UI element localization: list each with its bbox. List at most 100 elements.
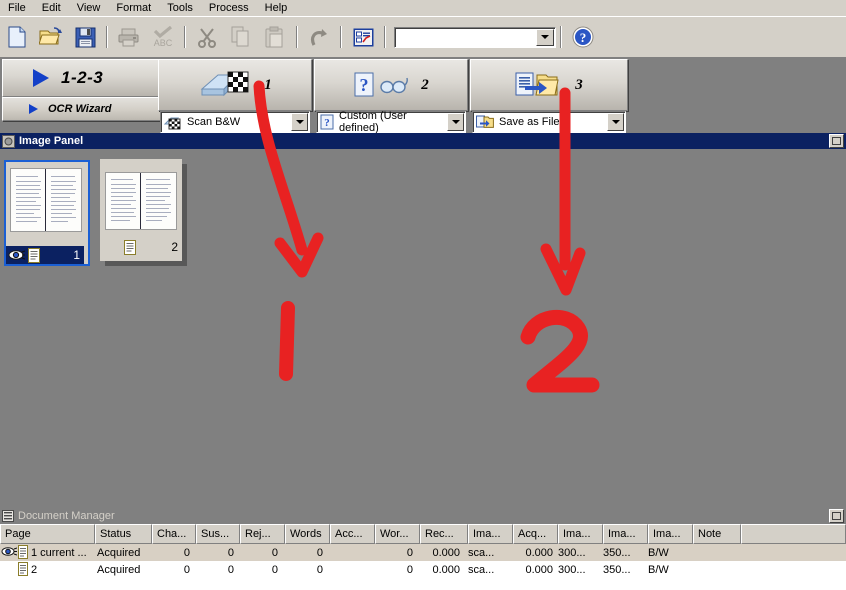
toolbar-combo[interactable]	[394, 26, 556, 48]
page-1-preview	[10, 168, 82, 232]
undo-button[interactable]	[304, 22, 334, 52]
wizard-toolbar: 1-2-3 OCR Wizard 1 Scan B&W ? 2 ? Custom…	[0, 57, 628, 134]
main-toolbar: ABC ?	[0, 16, 846, 57]
doc-to-folder-icon	[515, 70, 559, 100]
menu-item-tools[interactable]: Tools	[159, 0, 201, 16]
table-cell-rej: 0	[271, 563, 278, 576]
eye-icon[interactable]	[1, 546, 17, 557]
table-cell-sus: 0	[227, 546, 234, 559]
save-button[interactable]	[70, 22, 100, 52]
question-doc-small-icon: ?	[320, 114, 334, 130]
page-doc-icon	[18, 562, 29, 576]
step-3-dropdown-value: Save as File	[499, 116, 560, 128]
column-header[interactable]: Cha...	[152, 524, 196, 544]
print-button[interactable]	[114, 22, 144, 52]
menu-item-view[interactable]: View	[69, 0, 109, 16]
toolbar-separator-6	[560, 26, 562, 48]
table-cell-page: 1 current ...	[31, 546, 87, 559]
chevron-down-icon[interactable]	[536, 28, 554, 46]
step-1-button[interactable]: 1	[158, 59, 312, 111]
column-header[interactable]: Sus...	[196, 524, 240, 544]
step-3-button[interactable]: 3	[470, 59, 628, 111]
help-question-icon: ?	[572, 26, 594, 48]
column-header[interactable]: Acq...	[513, 524, 558, 544]
table-cell-ima: sca...	[468, 563, 495, 576]
column-header[interactable]: Page	[0, 524, 95, 544]
svg-text:?: ?	[324, 117, 330, 129]
document-table-body: 1 current ... Acquired 0 0 0 0 0 0.000 sca... 0.0…	[0, 544, 846, 590]
step-1-dropdown[interactable]: Scan B&W	[160, 111, 310, 133]
table-cell-rec: 0.000	[432, 546, 460, 559]
page-2-number: 2	[171, 240, 178, 254]
copy-icon	[231, 26, 251, 48]
column-header[interactable]: Ima...	[558, 524, 603, 544]
table-cell-acq: 0.000	[525, 563, 553, 576]
toolbar-separator-4	[340, 26, 342, 48]
chevron-down-icon[interactable]	[607, 113, 624, 131]
column-header-row: Page Status Cha... Sus... Rej... Words Acc... W…	[0, 524, 846, 544]
step-1-number: 1	[264, 76, 272, 93]
column-header[interactable]: Rec...	[420, 524, 468, 544]
paste-icon	[265, 26, 285, 48]
toolbar-separator-3	[296, 26, 298, 48]
menu-item-edit[interactable]: Edit	[34, 0, 69, 16]
image-panel-restore-button[interactable]	[829, 134, 844, 148]
start-123-button[interactable]: 1-2-3	[2, 59, 184, 97]
page-thumbnail-2[interactable]: 2	[100, 159, 187, 266]
paste-button[interactable]	[260, 22, 290, 52]
scanned-page-image	[106, 173, 176, 229]
table-cell-words: 0	[316, 563, 323, 576]
column-header[interactable]: Ima...	[648, 524, 693, 544]
menu-bar: File Edit View Format Tools Process Help	[0, 0, 846, 17]
chevron-down-icon[interactable]	[447, 113, 464, 131]
page-thumbnail-1[interactable]: 1	[4, 160, 90, 266]
table-cell-status: Acquired	[97, 563, 141, 576]
save-floppy-icon	[75, 27, 96, 48]
page-2-footer: 2	[100, 238, 182, 256]
step-3-dropdown[interactable]: Save as File	[472, 111, 626, 133]
ocr-wizard-label: OCR Wizard	[48, 103, 112, 115]
copy-button[interactable]	[226, 22, 256, 52]
scanner-checkered-icon	[198, 69, 250, 101]
new-document-button[interactable]	[2, 22, 32, 52]
open-file-button[interactable]	[36, 22, 66, 52]
spellcheck-button[interactable]: ABC	[148, 22, 178, 52]
table-row[interactable]: 1 current ... Acquired 0 0 0 0 0 0.000 sca... 0.0…	[0, 544, 846, 561]
step-2-number: 2	[421, 76, 429, 93]
eye-icon[interactable]	[8, 249, 25, 261]
column-header[interactable]: Rej...	[240, 524, 285, 544]
svg-text:?: ?	[360, 75, 369, 95]
menu-item-format[interactable]: Format	[108, 0, 159, 16]
column-header[interactable]: Acc...	[330, 524, 375, 544]
column-header[interactable]: Ima...	[603, 524, 648, 544]
help-button[interactable]: ?	[568, 22, 598, 52]
zone-form-button[interactable]	[348, 22, 378, 52]
chevron-down-icon[interactable]	[291, 113, 308, 131]
column-header[interactable]: Words	[285, 524, 330, 544]
column-header[interactable]	[741, 524, 846, 544]
document-manager-restore-button[interactable]	[829, 509, 844, 523]
ocr-wizard-button[interactable]: OCR Wizard	[2, 97, 180, 121]
open-folder-icon	[39, 26, 63, 48]
table-cell-ima2: 300...	[558, 546, 586, 559]
menu-item-help[interactable]: Help	[257, 0, 296, 16]
column-header[interactable]: Wor...	[375, 524, 420, 544]
page-1-footer: 1	[6, 246, 84, 264]
table-cell-ima4: B/W	[648, 546, 669, 559]
column-header[interactable]: Ima...	[468, 524, 513, 544]
column-header[interactable]: Status	[95, 524, 152, 544]
step-3-number: 3	[575, 76, 583, 93]
table-cell-cha: 0	[183, 546, 190, 559]
image-panel-icon	[2, 134, 15, 148]
page-2-preview	[105, 172, 177, 230]
menu-item-process[interactable]: Process	[201, 0, 257, 16]
step-2-button[interactable]: ? 2	[314, 59, 468, 111]
cut-button[interactable]	[192, 22, 222, 52]
toolbar-separator-5	[384, 26, 386, 48]
menu-item-file[interactable]: File	[0, 0, 34, 16]
column-header[interactable]: Note	[693, 524, 741, 544]
step-2-dropdown[interactable]: ? Custom (User defined)	[316, 110, 466, 134]
document-manager-title: Document Manager	[18, 510, 115, 522]
table-row[interactable]: 2 Acquired 0 0 0 0 0 0.000 sca... 0.000 300... 350.…	[0, 561, 846, 578]
table-cell-words: 0	[316, 546, 323, 559]
